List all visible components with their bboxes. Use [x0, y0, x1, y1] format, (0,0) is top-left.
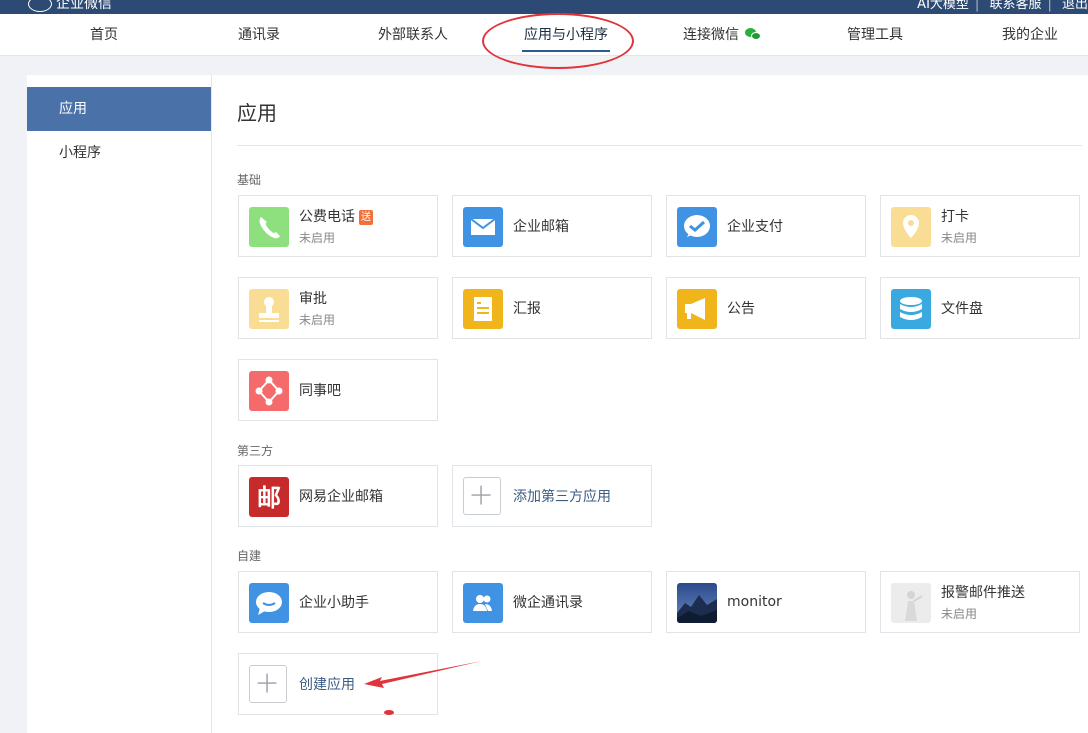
app-card-approval[interactable]: 审批 未启用 [238, 277, 438, 339]
add-third-party-label: 添加第三方应用 [513, 489, 611, 505]
megaphone-icon [677, 289, 717, 329]
phone-icon [249, 207, 289, 247]
app-card-enterprise-payment[interactable]: 企业支付 [666, 195, 866, 257]
logo-icon [28, 0, 52, 12]
app-card-announcement[interactable]: 公告 [666, 277, 866, 339]
title-divider [237, 145, 1082, 146]
app-name: 网易企业邮箱 [299, 489, 383, 505]
database-icon [891, 289, 931, 329]
annotation-dot [384, 710, 394, 715]
brand[interactable]: 企业微信 [28, 0, 112, 13]
app-name: 公费电话 [299, 209, 355, 225]
sidebar-item-apps[interactable]: 应用 [27, 87, 211, 131]
mountain-photo-icon [677, 583, 717, 623]
app-status: 未启用 [941, 607, 978, 621]
app-card-file-drive[interactable]: 文件盘 [880, 277, 1080, 339]
page-title: 应用 [237, 101, 277, 125]
report-icon [463, 289, 503, 329]
section-label-custom: 自建 [237, 549, 262, 563]
app-status: 未启用 [941, 231, 978, 245]
nav-external-contacts[interactable]: 外部联系人 [376, 14, 450, 56]
app-card-enterprise-mail[interactable]: 企业邮箱 [452, 195, 652, 257]
app-name: 打卡 [941, 209, 969, 225]
header-link-support[interactable]: 联系客服 [989, 0, 1041, 12]
app-name: 微企通讯录 [513, 595, 583, 611]
app-status: 未启用 [299, 231, 336, 245]
app-card-colleague-bar[interactable]: 同事吧 [238, 359, 438, 421]
app-card-check-in[interactable]: 打卡 未启用 [880, 195, 1080, 257]
contacts-icon [463, 583, 503, 623]
nav-management-tools[interactable]: 管理工具 [845, 14, 905, 56]
app-card-report[interactable]: 汇报 [452, 277, 652, 339]
section-label-third-party: 第三方 [237, 444, 274, 458]
header-link-logout[interactable]: 退出 [1062, 0, 1088, 12]
content-area: 应用 基础 公费电话送 未启用 企业邮箱 企业支付 打卡 未启用 审批 未启用 … [213, 75, 1088, 733]
plus-icon [249, 665, 287, 703]
app-name: 文件盘 [941, 301, 983, 317]
app-name: 报警邮件推送 [941, 585, 1025, 601]
app-card-weiqi-contacts[interactable]: 微企通讯录 [452, 571, 652, 633]
app-card-alert-mail-push[interactable]: 报警邮件推送 未启用 [880, 571, 1080, 633]
chat-bubble-icon [249, 583, 289, 623]
svg-text:邮: 邮 [257, 484, 281, 512]
sidebar: 应用 小程序 [27, 75, 212, 733]
nav-connect-wechat-label: 连接微信 [683, 27, 739, 43]
app-status: 未启用 [299, 313, 336, 327]
create-app-label: 创建应用 [299, 677, 355, 693]
nav-connect-wechat[interactable]: 连接微信 [680, 14, 764, 56]
top-bar: 企业微信 AI大模型 | 联系客服 | 退出 [0, 0, 1088, 14]
location-pin-icon [891, 207, 931, 247]
app-name: monitor [727, 594, 782, 610]
main-panel: 应用 小程序 应用 基础 公费电话送 未启用 企业邮箱 企业支付 打卡 未启用 … [27, 75, 1088, 733]
gift-badge: 送 [359, 210, 373, 225]
app-name: 企业支付 [727, 219, 783, 235]
app-name: 审批 [299, 291, 327, 307]
nav-apps-and-miniprograms[interactable]: 应用与小程序 [522, 14, 610, 56]
app-card-public-phone[interactable]: 公费电话送 未启用 [238, 195, 438, 257]
app-card-enterprise-assistant[interactable]: 企业小助手 [238, 571, 438, 633]
app-name: 汇报 [513, 301, 541, 317]
mail-icon [463, 207, 503, 247]
main-nav: 首页 通讯录 外部联系人 应用与小程序 连接微信 管理工具 我的企业 [0, 14, 1088, 56]
add-third-party-app-button[interactable]: 添加第三方应用 [452, 465, 652, 527]
netease-mail-icon: 邮 [249, 477, 289, 517]
wechat-icon [745, 28, 761, 40]
nav-home[interactable]: 首页 [86, 14, 122, 56]
sidebar-item-miniprograms[interactable]: 小程序 [27, 131, 211, 175]
plus-icon [463, 477, 501, 515]
stamp-icon [249, 289, 289, 329]
create-app-button[interactable]: 创建应用 [238, 653, 438, 715]
payment-icon [677, 207, 717, 247]
header-link-ai[interactable]: AI大模型 [917, 0, 969, 12]
header-links: AI大模型 | 联系客服 | 退出 [911, 0, 1088, 12]
app-name: 同事吧 [299, 383, 341, 399]
app-name: 企业小助手 [299, 595, 369, 611]
statue-photo-icon [891, 583, 931, 623]
brand-name: 企业微信 [56, 0, 112, 12]
nav-contacts[interactable]: 通讯录 [236, 14, 282, 56]
app-name: 企业邮箱 [513, 219, 569, 235]
network-icon [249, 371, 289, 411]
app-card-netease-mail[interactable]: 邮 网易企业邮箱 [238, 465, 438, 527]
section-label-basic: 基础 [237, 173, 262, 187]
nav-my-enterprise[interactable]: 我的企业 [1000, 14, 1060, 56]
app-name: 公告 [727, 301, 755, 317]
app-card-monitor[interactable]: monitor [666, 571, 866, 633]
